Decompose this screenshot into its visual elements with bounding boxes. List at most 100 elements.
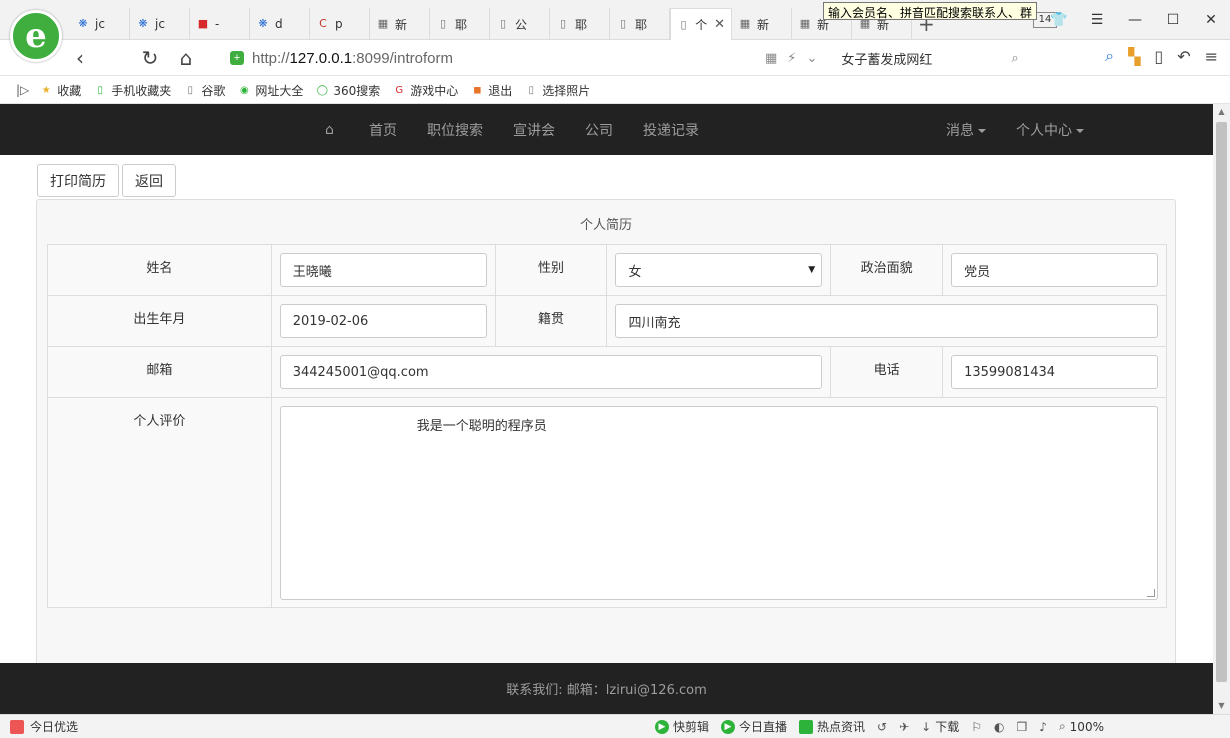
home-nav-icon[interactable]: ⌂ bbox=[325, 122, 341, 138]
toolbar-right: ⌕ ▚ ▯ ↶ ≡ bbox=[1105, 46, 1218, 66]
phone-field[interactable]: 13599081434 bbox=[951, 355, 1158, 389]
url-field[interactable]: + http://127.0.0.1:8099/introform bbox=[230, 48, 453, 68]
menu-icon[interactable]: ☰ bbox=[1078, 8, 1116, 32]
live-item[interactable]: ▶ 今日直播 bbox=[721, 718, 787, 735]
quick-edit-item[interactable]: ▶ 快剪辑 bbox=[655, 718, 709, 735]
browser-tab[interactable]: ❋ jc bbox=[130, 8, 190, 40]
search-input[interactable]: 女子蓄发成网红 bbox=[841, 49, 1001, 68]
scroll-up-icon[interactable]: ▲ bbox=[1213, 104, 1230, 120]
tab-title: jc bbox=[95, 17, 105, 31]
browser-tab[interactable]: ▦ 新 bbox=[370, 8, 430, 40]
bookmark-item[interactable]: G 游戏中心 bbox=[392, 82, 458, 99]
resize-grip-icon[interactable] bbox=[1147, 589, 1155, 597]
bookmark-label: 游戏中心 bbox=[410, 83, 459, 98]
undo-icon[interactable]: ↶ bbox=[1177, 47, 1190, 66]
label-gender: 性别 bbox=[494, 244, 608, 296]
hot-news-item[interactable]: 热点资讯 bbox=[799, 718, 865, 735]
apps-icon[interactable]: ▚ bbox=[1128, 47, 1140, 66]
scroll-down-icon[interactable]: ▼ bbox=[1213, 698, 1230, 714]
bookmark-item[interactable]: ◯ 360搜索 bbox=[315, 82, 381, 99]
bookmark-item[interactable]: ▯ 选择照片 bbox=[524, 82, 591, 99]
address-bar: ‹ ↻ ⌂ + http://127.0.0.1:8099/introform … bbox=[0, 40, 1230, 76]
gift-icon bbox=[10, 719, 24, 734]
nav-item[interactable]: 公司 bbox=[585, 120, 613, 140]
qr-icon[interactable]: ▦ bbox=[765, 51, 777, 66]
politics-field[interactable]: 党员 bbox=[951, 253, 1158, 287]
maximize-icon[interactable]: ☐ bbox=[1154, 8, 1192, 32]
c-logo-icon: C bbox=[319, 17, 327, 30]
gender-select[interactable]: 女 ▼ bbox=[615, 253, 823, 287]
browser-tab[interactable]: Cp bbox=[310, 8, 370, 40]
bookmarks-expand-icon[interactable]: |▷ bbox=[16, 83, 29, 97]
baidu-paw-icon: ❋ bbox=[78, 17, 88, 30]
minimize-icon[interactable]: — bbox=[1116, 8, 1154, 32]
nav-item[interactable]: 宣讲会 bbox=[513, 120, 555, 140]
page-icon: ▯ bbox=[619, 17, 627, 30]
search-magnifier-icon[interactable]: ⌕ bbox=[1105, 46, 1114, 66]
back-button[interactable]: 返回 bbox=[122, 164, 176, 197]
search-tooltip: 输入会员名、拼音匹配搜索联系人、群 bbox=[823, 2, 1038, 20]
browser-tab[interactable]: ▦ 新 bbox=[732, 8, 792, 40]
dropdown-icon[interactable]: ⌄ bbox=[806, 51, 817, 66]
browser-tab[interactable]: ■ - bbox=[190, 8, 250, 40]
nav-item[interactable]: 投递记录 bbox=[643, 120, 699, 140]
refresh-status-icon[interactable]: ↺ bbox=[877, 720, 887, 734]
back-arrow-icon[interactable]: ‹ bbox=[68, 46, 92, 70]
baidu-paw-icon: ❋ bbox=[258, 17, 268, 30]
browser-tab[interactable]: ▯ 耶 bbox=[550, 8, 610, 40]
bookmark-item[interactable]: ◼ 退出 bbox=[470, 82, 512, 99]
tab-title: - bbox=[215, 17, 220, 31]
name-field[interactable]: 王晓曦 bbox=[279, 253, 487, 287]
zoom-item[interactable]: ⌕ 100% bbox=[1059, 719, 1104, 734]
scroll-thumb[interactable] bbox=[1216, 122, 1227, 682]
hamburger-icon[interactable]: ≡ bbox=[1205, 47, 1218, 66]
caret-down-icon bbox=[978, 128, 986, 133]
download-item[interactable]: ↓ 下载 bbox=[921, 718, 959, 735]
bookmark-item[interactable]: ▯ 手机收藏夹 bbox=[93, 82, 172, 99]
email-field[interactable]: 344245001@qq.com bbox=[279, 355, 823, 389]
print-resume-button[interactable]: 打印简历 bbox=[37, 164, 119, 197]
tablet-icon[interactable]: ▯ bbox=[1154, 47, 1163, 66]
browser-icon[interactable]: ◐ bbox=[994, 720, 1004, 734]
page-scrollbar[interactable]: ▲ ▼ bbox=[1213, 104, 1230, 714]
page-icon: ▯ bbox=[559, 17, 567, 30]
bookmark-item[interactable]: ▯ 谷歌 bbox=[183, 82, 226, 99]
grid-icon: ▦ bbox=[739, 17, 751, 30]
evaluation-textarea[interactable]: 我是一个聪明的程序员 bbox=[279, 406, 1158, 600]
close-tab-icon[interactable]: ✕ bbox=[714, 17, 725, 32]
native-place-field[interactable]: 四川南充 bbox=[615, 304, 1158, 338]
flag-icon[interactable]: ⚐ bbox=[971, 720, 982, 734]
status-left[interactable]: 今日优选 bbox=[10, 718, 78, 735]
browser-tab[interactable]: ❋ d bbox=[250, 8, 310, 40]
close-window-icon[interactable]: ✕ bbox=[1192, 8, 1230, 32]
bookmark-icon: ★ bbox=[41, 84, 51, 96]
label-birth: 出生年月 bbox=[47, 295, 272, 347]
play-icon: ▶ bbox=[721, 719, 736, 734]
window-controls: 👕 ☰ — ☐ ✕ bbox=[1040, 8, 1230, 32]
nav-messages[interactable]: 消息 bbox=[946, 120, 986, 140]
resume-title: 个人简历 bbox=[579, 218, 632, 233]
refresh-icon[interactable]: ↻ bbox=[138, 46, 162, 70]
search-icon[interactable]: ⌕ bbox=[1011, 51, 1018, 66]
rocket-icon[interactable]: ✈ bbox=[899, 720, 909, 734]
browser-tab[interactable]: ▯ 个 ✕ bbox=[670, 8, 732, 40]
tab-title: 公 bbox=[515, 17, 528, 32]
bookmark-item[interactable]: ★ 收藏 bbox=[39, 82, 82, 99]
lightning-icon[interactable]: ⚡ bbox=[787, 51, 796, 66]
nav-item[interactable]: 首页 bbox=[369, 120, 397, 140]
browser-tab[interactable]: ❋ jc bbox=[70, 8, 130, 40]
home-icon[interactable]: ⌂ bbox=[174, 46, 198, 70]
baidu-paw-icon: ❋ bbox=[138, 17, 148, 30]
nav-personal-center[interactable]: 个人中心 bbox=[1016, 120, 1084, 140]
browser-tab[interactable]: ▯ 耶 bbox=[430, 8, 490, 40]
bookmark-icon: ▯ bbox=[97, 84, 104, 96]
nav-item[interactable]: 职位搜索 bbox=[427, 120, 483, 140]
browser-tab[interactable]: ▯ 公 bbox=[490, 8, 550, 40]
bookmark-item[interactable]: ◉ 网址大全 bbox=[237, 82, 303, 99]
browser-tab[interactable]: ▯ 耶 bbox=[610, 8, 670, 40]
window-icon[interactable]: ❐ bbox=[1017, 720, 1028, 734]
birth-field[interactable]: 2019-02-06 bbox=[279, 304, 487, 338]
volume-icon[interactable]: ♪ bbox=[1039, 720, 1047, 734]
skin-icon[interactable]: 👕 bbox=[1040, 8, 1078, 32]
select-arrow-icon: ▼ bbox=[808, 265, 816, 275]
